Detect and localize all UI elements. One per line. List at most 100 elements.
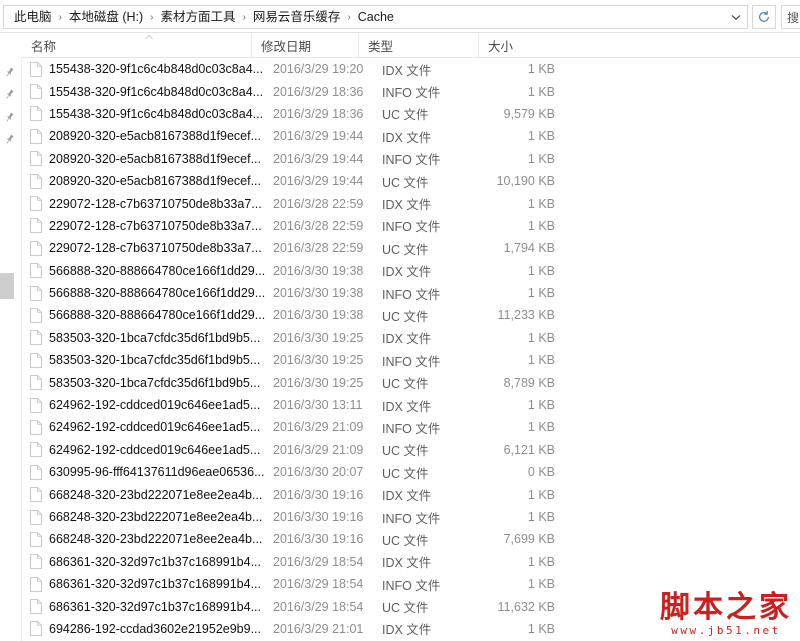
breadcrumb: 此电脑 › 本地磁盘 (H:) › 素材方面工具 › 网易云音乐缓存 › Cache [4,6,725,28]
file-date-cell: 2016/3/30 19:38 [273,263,364,278]
chevron-down-icon[interactable] [725,6,747,28]
file-name-cell[interactable]: 686361-320-32d97c1b37c168991b4... [30,576,270,592]
file-name-cell[interactable]: 208920-320-e5acb8167388d1f9ecef... [30,173,270,189]
file-name-cell[interactable]: 155438-320-9f1c6c4b848d0c03c8a4... [30,84,270,100]
file-name-cell[interactable]: 583503-320-1bca7cfdc35d6f1bd9b5... [30,375,270,391]
file-date-cell: 2016/3/30 13:11 [273,398,363,413]
table-row[interactable]: 583503-320-1bca7cfdc35d6f1bd9b5... 2016/3… [22,327,800,349]
table-row[interactable]: 624962-192-cddced019c646ee1ad5... 2016/3/… [22,439,800,461]
file-name-cell[interactable]: 155438-320-9f1c6c4b848d0c03c8a4... [30,106,270,122]
file-size-cell: 1 KB [527,263,555,278]
file-icon [30,330,42,346]
file-name-cell[interactable]: 583503-320-1bca7cfdc35d6f1bd9b5... [30,330,270,346]
pin-icon[interactable] [3,66,17,80]
file-date-cell: 2016/3/30 19:38 [273,308,364,323]
file-name-cell[interactable]: 694286-192-ccdad3602e21952e9b9... [30,621,270,637]
breadcrumb-separator: › [150,11,154,23]
file-name-cell[interactable]: 624962-192-cddced019c646ee1ad5... [30,442,270,458]
file-icon [30,397,42,413]
file-name-cell[interactable]: 624962-192-cddced019c646ee1ad5... [30,419,270,435]
file-name-cell[interactable]: 668248-320-23bd222071e8ee2ea4b... [30,487,270,503]
file-name-label: 624962-192-cddced019c646ee1ad5... [49,420,261,435]
refresh-button[interactable] [752,5,776,29]
table-row[interactable]: 208920-320-e5acb8167388d1f9ecef... 2016/3… [22,170,800,192]
file-list[interactable]: 155438-320-9f1c6c4b848d0c03c8a4... 2016/3… [22,58,800,641]
table-row[interactable]: 583503-320-1bca7cfdc35d6f1bd9b5... 2016/3… [22,371,800,393]
file-name-cell[interactable]: 686361-320-32d97c1b37c168991b4... [30,599,270,615]
file-name-cell[interactable]: 566888-320-888664780ce166f1dd29... [30,263,270,279]
column-header-name[interactable]: 名称 [22,33,251,58]
table-row[interactable]: 624962-192-cddced019c646ee1ad5... 2016/3/… [22,416,800,438]
breadcrumb-item[interactable]: Cache [355,8,397,26]
file-name-cell[interactable]: 208920-320-e5acb8167388d1f9ecef... [30,151,270,167]
pin-icon[interactable] [3,133,17,147]
file-icon [30,352,42,368]
table-row[interactable]: 686361-320-32d97c1b37c168991b4... 2016/3/… [22,595,800,617]
file-name-cell[interactable]: 686361-320-32d97c1b37c168991b4... [30,554,270,570]
table-row[interactable]: 566888-320-888664780ce166f1dd29... 2016/3… [22,304,800,326]
file-name-cell[interactable]: 229072-128-c7b63710750de8b33a7... [30,218,270,234]
file-date-cell: 2016/3/29 18:54 [273,554,364,569]
table-row[interactable]: 583503-320-1bca7cfdc35d6f1bd9b5... 2016/3… [22,349,800,371]
file-icon [30,442,42,458]
file-name-cell[interactable]: 668248-320-23bd222071e8ee2ea4b... [30,531,270,547]
column-header-date-modified[interactable]: 修改日期 [251,33,358,58]
table-row[interactable]: 624962-192-cddced019c646ee1ad5... 2016/3/… [22,394,800,416]
table-row[interactable]: 566888-320-888664780ce166f1dd29... 2016/3… [22,282,800,304]
file-name-cell[interactable]: 566888-320-888664780ce166f1dd29... [30,285,270,301]
table-row[interactable]: 208920-320-e5acb8167388d1f9ecef... 2016/3… [22,125,800,147]
file-name-cell[interactable]: 630995-96-fff64137611d96eae06536... [30,464,270,480]
table-row[interactable]: 208920-320-e5acb8167388d1f9ecef... 2016/3… [22,148,800,170]
file-name-cell[interactable]: 668248-320-23bd222071e8ee2ea4b... [30,509,270,525]
file-size-cell: 0 KB [527,465,555,480]
breadcrumb-item[interactable]: 本地磁盘 (H:) [66,8,146,26]
file-date-cell: 2016/3/28 22:59 [273,218,364,233]
table-row[interactable]: 229072-128-c7b63710750de8b33a7... 2016/3/… [22,237,800,259]
table-row[interactable]: 686361-320-32d97c1b37c168991b4... 2016/3/… [22,551,800,573]
file-name-cell[interactable]: 583503-320-1bca7cfdc35d6f1bd9b5... [30,352,270,368]
search-input[interactable]: 搜 [781,5,800,29]
pin-icon[interactable] [3,88,17,102]
file-name-cell[interactable]: 229072-128-c7b63710750de8b33a7... [30,240,270,256]
table-row[interactable]: 155438-320-9f1c6c4b848d0c03c8a4... 2016/3… [22,103,800,125]
breadcrumb-item[interactable]: 网易云音乐缓存 [250,8,344,26]
file-name-label: 566888-320-888664780ce166f1dd29... [49,286,266,301]
table-row[interactable]: 155438-320-9f1c6c4b848d0c03c8a4... 2016/3… [22,58,800,80]
file-date-cell: 2016/3/30 19:16 [273,487,364,502]
navigation-pane-scrollbar[interactable] [0,273,14,299]
file-size-cell: 1 KB [527,353,555,368]
file-icon [30,599,42,615]
table-row[interactable]: 668248-320-23bd222071e8ee2ea4b... 2016/3/… [22,483,800,505]
file-name-cell[interactable]: 155438-320-9f1c6c4b848d0c03c8a4... [30,61,270,77]
address-field[interactable]: 此电脑 › 本地磁盘 (H:) › 素材方面工具 › 网易云音乐缓存 › Cache [3,5,748,29]
file-icon [30,151,42,167]
refresh-icon [759,11,769,22]
column-header-size[interactable]: 大小 [478,33,557,58]
table-row[interactable]: 566888-320-888664780ce166f1dd29... 2016/3… [22,260,800,282]
table-row[interactable]: 229072-128-c7b63710750de8b33a7... 2016/3/… [22,192,800,214]
file-name-cell[interactable]: 624962-192-cddced019c646ee1ad5... [30,397,270,413]
table-row[interactable]: 155438-320-9f1c6c4b848d0c03c8a4... 2016/3… [22,80,800,102]
file-name-cell[interactable]: 566888-320-888664780ce166f1dd29... [30,307,270,323]
table-row[interactable]: 668248-320-23bd222071e8ee2ea4b... 2016/3/… [22,528,800,550]
file-name-cell[interactable]: 208920-320-e5acb8167388d1f9ecef... [30,128,270,144]
breadcrumb-item[interactable]: 素材方面工具 [158,8,239,26]
table-row[interactable]: 694286-192-ccdad3602e21952e9b9... 2016/3/… [22,618,800,640]
file-icon [30,375,42,391]
file-size-cell: 11,233 KB [497,308,555,323]
file-name-label: 566888-320-888664780ce166f1dd29... [49,263,266,278]
file-name-label: 208920-320-e5acb8167388d1f9ecef... [49,151,261,166]
table-row[interactable]: 630995-96-fff64137611d96eae06536... 2016/… [22,461,800,483]
column-header-type[interactable]: 类型 [358,33,478,58]
file-icon [30,84,42,100]
pin-icon[interactable] [3,111,17,125]
address-bar: 此电脑 › 本地磁盘 (H:) › 素材方面工具 › 网易云音乐缓存 › Cache 搜 [0,0,800,33]
navigation-pane[interactable] [0,58,22,641]
table-row[interactable]: 686361-320-32d97c1b37c168991b4... 2016/3/… [22,573,800,595]
table-row[interactable]: 668248-320-23bd222071e8ee2ea4b... 2016/3/… [22,506,800,528]
file-size-cell: 1 KB [527,218,555,233]
breadcrumb-item[interactable]: 此电脑 [11,8,55,26]
file-name-cell[interactable]: 229072-128-c7b63710750de8b33a7... [30,196,270,212]
table-row[interactable]: 229072-128-c7b63710750de8b33a7... 2016/3/… [22,215,800,237]
file-name-label: 686361-320-32d97c1b37c168991b4... [49,577,261,592]
